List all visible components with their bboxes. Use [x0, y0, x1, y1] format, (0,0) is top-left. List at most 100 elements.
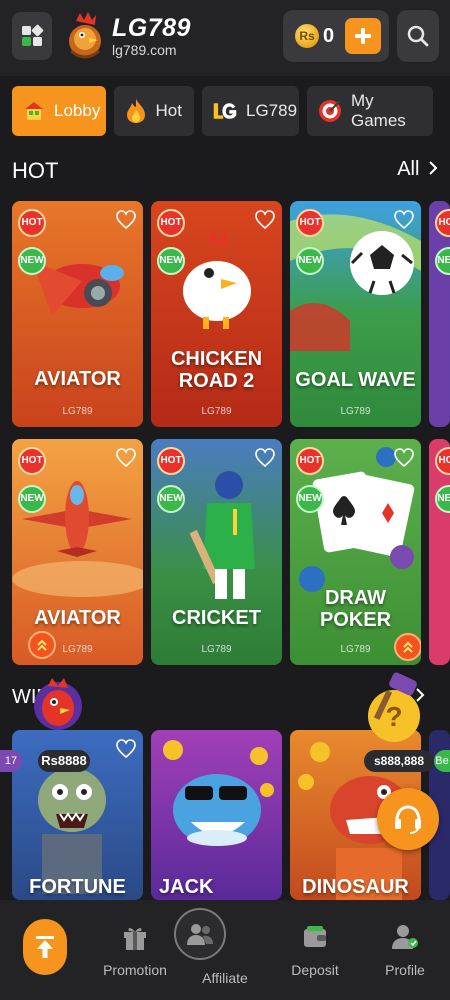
game-card-partial-2[interactable]: HOT NEW	[429, 439, 450, 665]
double-chevron-up-icon	[37, 639, 47, 651]
win-tag-right: Be	[434, 750, 450, 772]
new-badge: NEW	[18, 247, 46, 275]
hot-badge: HOT	[296, 209, 324, 237]
affiliate-circle	[174, 908, 226, 960]
game-card-cricket[interactable]: HOT NEW CRICKET LG789	[151, 439, 282, 665]
plus-icon	[355, 28, 371, 44]
win-amount-left: Rs8888	[38, 750, 90, 772]
logo-title: LG789	[112, 14, 191, 42]
gift-icon	[95, 920, 175, 954]
search-button[interactable]	[397, 10, 439, 62]
balance-box[interactable]: Rs 0	[283, 10, 389, 62]
nav-profile-label: Profile	[385, 962, 425, 978]
menu-button[interactable]	[12, 12, 52, 60]
game-title: CRICKET	[172, 607, 261, 629]
game-provider: LG789	[201, 406, 232, 417]
hot-badge: HOT	[18, 209, 46, 237]
new-badge: NEW	[157, 485, 185, 513]
new-badge: NEW	[157, 247, 185, 275]
tab-lobby[interactable]: Lobby	[12, 86, 106, 136]
see-all-link[interactable]: All	[397, 158, 438, 181]
see-all-label: All	[397, 158, 420, 180]
game-card-draw-poker[interactable]: HOT NEW DRAW POKER LG789	[290, 439, 421, 665]
support-button[interactable]	[377, 788, 439, 850]
lg-icon	[212, 98, 238, 124]
heart-favorite-icon[interactable]	[115, 738, 137, 760]
balance-value: 0	[323, 25, 335, 47]
tab-lobby-label: Lobby	[54, 101, 101, 120]
bottom-nav: Promotion Affiliate Deposit Profile	[0, 900, 450, 1000]
search-icon	[407, 25, 429, 47]
game-card-partial[interactable]: HOT NEW	[429, 201, 450, 427]
heart-favorite-icon[interactable]	[393, 447, 415, 469]
brand-logo[interactable]: LG789 lg789.com	[62, 8, 191, 64]
new-badge: NEW	[296, 247, 324, 275]
tab-hot-label: Hot	[155, 101, 182, 120]
game-title: AVIATOR	[34, 368, 121, 390]
scroll-top-button[interactable]	[23, 919, 67, 975]
game-card-aviator[interactable]: HOT NEW AVIATOR LG789	[12, 201, 143, 427]
hot-badge: HOT	[296, 447, 324, 475]
nav-deposit-label: Deposit	[291, 962, 339, 978]
game-title: DINOSAUR	[302, 876, 409, 898]
target-icon	[317, 98, 343, 124]
game-provider: LG789	[201, 644, 232, 655]
win-tag-left: 17	[0, 750, 22, 772]
top-bar: LG789 lg789.com Rs 0	[0, 0, 450, 76]
nav-affiliate-label: Affiliate	[202, 970, 248, 986]
winner-avatar-left[interactable]	[32, 676, 84, 732]
game-title-line2: ROAD 2	[178, 370, 255, 392]
heart-favorite-icon[interactable]	[393, 209, 415, 231]
game-card-goal-wave[interactable]: HOT NEW GOAL WAVE LG789	[290, 201, 421, 427]
nav-promotion[interactable]: Promotion	[95, 920, 175, 978]
wallet-icon	[275, 920, 355, 954]
rooster-logo-icon	[69, 12, 101, 59]
fire-icon	[124, 98, 148, 124]
game-card-jackpot-shark[interactable]: JACK	[151, 730, 282, 900]
users-icon	[187, 924, 213, 945]
boost-button[interactable]	[28, 631, 56, 659]
game-title-line2: POKER	[319, 609, 392, 631]
nav-promotion-label: Promotion	[103, 962, 167, 978]
svg-text:?: ?	[385, 701, 402, 732]
lobby-icon	[22, 98, 46, 124]
logo-url: lg789.com	[112, 42, 177, 58]
game-card-aviator-2[interactable]: HOT NEW AVIATOR LG789	[12, 439, 143, 665]
tab-hot[interactable]: Hot	[114, 86, 194, 136]
hot-badge: HOT	[157, 209, 185, 237]
tab-my-games-label: My Games	[351, 91, 406, 130]
grid-menu-icon	[22, 24, 44, 46]
new-badge: NEW	[18, 485, 46, 513]
add-funds-button[interactable]	[345, 18, 381, 54]
chevron-right-icon	[429, 161, 438, 175]
game-title: GOAL WAVE	[295, 369, 416, 391]
game-title: JACK	[159, 876, 214, 898]
heart-favorite-icon[interactable]	[254, 447, 276, 469]
hot-badge: HOT	[157, 447, 185, 475]
game-card-chicken-road-2[interactable]: HOT NEW CHICKEN ROAD 2 LG789	[151, 201, 282, 427]
tab-lg789-label: LG789	[246, 101, 298, 120]
tab-my-games[interactable]: My Games	[307, 86, 433, 136]
profile-icon	[365, 920, 445, 954]
winner-avatar-right[interactable]: ?	[366, 672, 422, 748]
boost-button[interactable]	[394, 633, 421, 661]
arrow-up-icon	[36, 936, 54, 958]
win-amount-right: s888,888	[364, 750, 434, 772]
category-tabs: Lobby Hot LG789 My Games	[12, 86, 450, 136]
heart-favorite-icon[interactable]	[115, 447, 137, 469]
heart-favorite-icon[interactable]	[254, 209, 276, 231]
game-title: AVIATOR	[34, 607, 121, 629]
nav-deposit[interactable]: Deposit	[275, 920, 355, 978]
hot-badge: HOT	[18, 447, 46, 475]
section-title: HOT	[12, 158, 59, 183]
nav-affiliate[interactable]: Affiliate	[174, 908, 265, 986]
rooster-avatar-icon	[34, 678, 82, 730]
nav-profile[interactable]: Profile	[365, 920, 445, 978]
tab-lg789[interactable]: LG789	[202, 86, 299, 136]
heart-favorite-icon[interactable]	[115, 209, 137, 231]
game-title-line1: CHICKEN	[170, 348, 263, 370]
headset-icon	[395, 805, 421, 834]
game-provider: LG789	[62, 406, 93, 417]
game-title: FORTUNE	[29, 876, 126, 898]
game-title-line1: DRAW	[324, 587, 387, 609]
